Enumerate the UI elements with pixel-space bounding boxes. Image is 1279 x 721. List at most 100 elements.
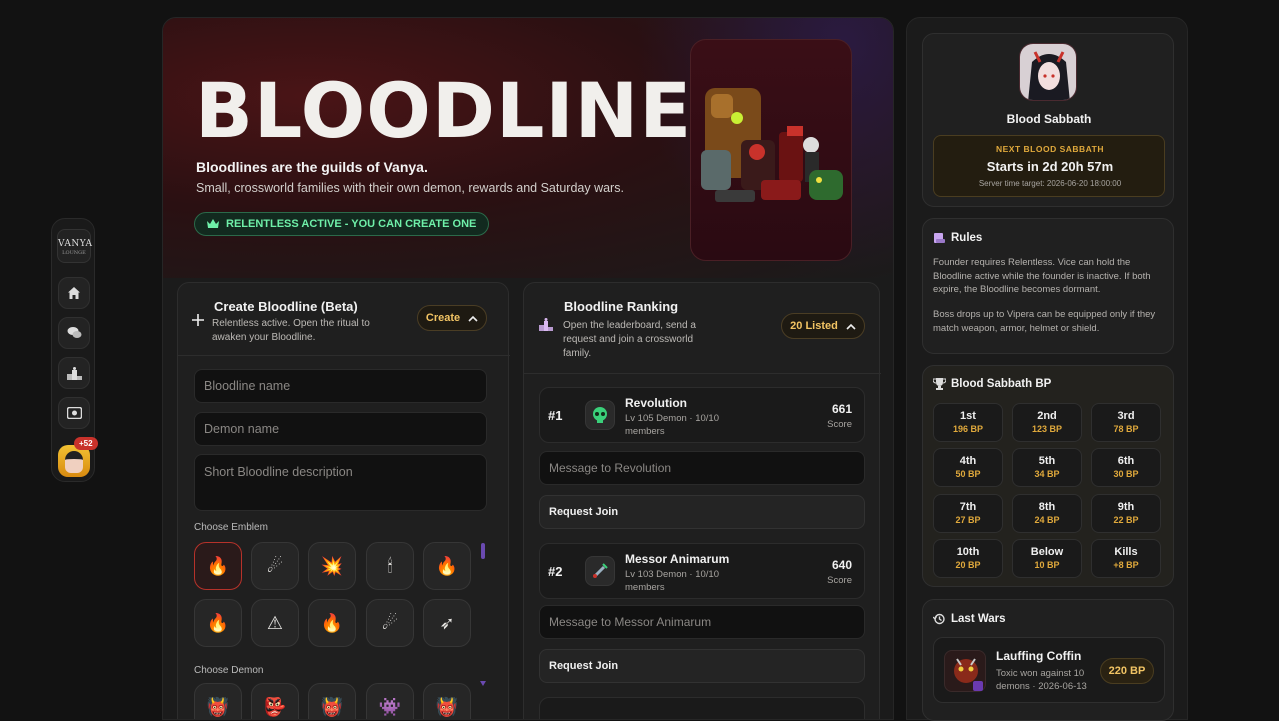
chat-button[interactable] xyxy=(58,317,90,349)
vanya-logo[interactable]: VANYA LOUNGE xyxy=(57,229,93,263)
bloodline-score: 640 Score xyxy=(827,558,852,586)
bp-value: 20 BP xyxy=(955,560,981,570)
bp-cell: 8th 24 BP xyxy=(1012,494,1082,533)
war-description: Toxic won against 10 demons · 2026-06-13 xyxy=(996,667,1087,693)
history-icon xyxy=(933,613,945,625)
request-join-button[interactable]: Request Join xyxy=(539,495,865,529)
bloodline-name: Messor Animarum xyxy=(625,552,730,566)
score-value: 661 xyxy=(831,402,852,416)
bp-cell: 6th 30 BP xyxy=(1091,448,1161,487)
ranking-row[interactable] xyxy=(539,697,865,719)
bloodline-meta-line1: Lv 103 Demon · 10/10 xyxy=(625,569,720,580)
message-input[interactable]: Message to Revolution xyxy=(539,451,865,485)
rules-paragraph-2: Boss drops up to Vipera can be equipped … xyxy=(933,309,1156,334)
chat-icon xyxy=(67,327,81,338)
create-card-subtitle: Relentless active. Open the ritual to aw… xyxy=(212,317,392,345)
plus-icon xyxy=(192,314,204,326)
emblem-option[interactable]: ☄ xyxy=(251,542,299,590)
blood-sabbath-card: Blood Sabbath NEXT BLOOD SABBATH Starts … xyxy=(922,33,1174,207)
demon-army-illustration xyxy=(701,88,843,202)
bp-cell: 7th 27 BP xyxy=(933,494,1003,533)
demon-option[interactable]: 👹 xyxy=(308,683,356,719)
bp-value: +8 BP xyxy=(1113,560,1139,570)
demon-option[interactable]: 👺 xyxy=(251,683,299,719)
scroll-down-icon[interactable] xyxy=(480,681,486,686)
demon-option[interactable]: 👾 xyxy=(366,683,414,719)
ranking-row[interactable]: #1 Revolution Lv 105 Demon · 10/10 membe… xyxy=(539,387,865,443)
bloodline-description-textarea[interactable]: Short Bloodline description xyxy=(194,454,487,511)
ranking-subtitle-line1: Open the leaderboard, send a xyxy=(563,320,696,331)
rules-paragraph-1: Founder requires Relentless. Vice can ho… xyxy=(933,257,1151,295)
bp-place: 7th xyxy=(959,501,977,513)
war-line2: demons · 2026-06-13 xyxy=(996,681,1087,692)
bp-value: 196 BP xyxy=(952,424,984,434)
bp-place: 6th xyxy=(1117,455,1135,467)
score-value: 640 xyxy=(831,558,852,572)
ranking-row[interactable]: #2 Messor Animarum Lv 103 Demon · 10/10 … xyxy=(539,543,865,599)
emblem-option[interactable]: 🔥 xyxy=(423,542,471,590)
bp-value: 123 BP xyxy=(1031,424,1063,434)
demon-option[interactable]: 👹 xyxy=(194,683,242,719)
bp-place: 8th xyxy=(1038,501,1056,513)
bloodline-name: Revolution xyxy=(625,396,687,410)
bp-place: 5th xyxy=(1038,455,1056,467)
last-wars-card: Last Wars Lauffing Coffin Toxic won agai… xyxy=(922,599,1174,721)
ticket-button[interactable] xyxy=(58,397,90,429)
war-bloodline-name: Lauffing Coffin xyxy=(996,649,1082,663)
sabbath-avatar xyxy=(1019,43,1077,101)
ranking-card-title: Bloodline Ranking xyxy=(564,299,679,314)
bp-place: 4th xyxy=(959,455,977,467)
sword-icon xyxy=(585,556,615,586)
emblem-option[interactable]: ➶ xyxy=(423,599,471,647)
bp-value: 24 BP xyxy=(1034,515,1060,525)
trophy-icon xyxy=(933,378,946,390)
logo-subtext: LOUNGE xyxy=(62,250,86,256)
rank-number: #2 xyxy=(548,564,563,579)
war-entry[interactable]: Lauffing Coffin Toxic won against 10 dem… xyxy=(933,637,1165,703)
emblem-option[interactable]: 🔥 xyxy=(308,599,356,647)
skull-icon xyxy=(585,400,615,430)
demon-name-input[interactable]: Demon name xyxy=(194,412,487,446)
bp-cell: 4th 50 BP xyxy=(933,448,1003,487)
emblem-scrollbar[interactable] xyxy=(481,543,485,559)
choose-demon-label: Choose Demon xyxy=(194,665,264,676)
emblem-option[interactable]: ☄ xyxy=(366,599,414,647)
rank-number: #1 xyxy=(548,408,563,423)
chevron-up-icon xyxy=(468,315,478,322)
ranking-card-subtitle: Open the leaderboard, send a request and… xyxy=(563,319,733,361)
last-wars-title: Last Wars xyxy=(951,613,1006,625)
bp-cell: 2nd 123 BP xyxy=(1012,403,1082,442)
emblem-option[interactable]: 🔥 xyxy=(194,542,242,590)
home-button[interactable] xyxy=(58,277,90,309)
bp-cell: 3rd 78 BP xyxy=(1091,403,1161,442)
request-join-button[interactable]: Request Join xyxy=(539,649,865,683)
bloodline-meta-line2: members xyxy=(625,582,665,593)
emblem-option[interactable]: 🕯 xyxy=(366,542,414,590)
bloodline-score: 661 Score xyxy=(827,402,852,430)
emblem-option[interactable]: 🔥 xyxy=(194,599,242,647)
podium-icon xyxy=(539,318,553,331)
bloodline-meta-line2: members xyxy=(625,426,665,437)
create-card-title: Create Bloodline (Beta) xyxy=(214,299,358,314)
bloodline-meta: Lv 103 Demon · 10/10 members xyxy=(625,568,745,594)
bp-place: 1st xyxy=(960,410,976,422)
emblem-option[interactable]: ⚠ xyxy=(251,599,299,647)
message-input[interactable]: Message to Messor Animarum xyxy=(539,605,865,639)
status-pill-text: RELENTLESS ACTIVE - YOU CAN CREATE ONE xyxy=(226,218,477,230)
rules-card: Rules Founder requires Relentless. Vice … xyxy=(922,218,1174,354)
listed-toggle-button[interactable]: 20 Listed xyxy=(781,313,865,339)
chevron-up-icon xyxy=(846,323,856,330)
create-button-label: Create xyxy=(425,312,461,324)
war-demon-icon xyxy=(944,650,986,692)
bloodline-name-input[interactable]: Bloodline name xyxy=(194,369,487,403)
create-toggle-button[interactable]: Create xyxy=(417,305,487,331)
bp-value: 22 BP xyxy=(1113,515,1139,525)
crown-icon xyxy=(207,219,219,228)
bp-cell: Kills +8 BP xyxy=(1091,539,1161,578)
home-icon xyxy=(68,287,80,299)
emblem-option[interactable]: 💥 xyxy=(308,542,356,590)
create-bloodline-card: Create Bloodline (Beta) Relentless activ… xyxy=(177,282,510,719)
logo-text: VANYA xyxy=(58,239,93,249)
ranking-button[interactable] xyxy=(58,357,90,389)
demon-option[interactable]: 👹 xyxy=(423,683,471,719)
